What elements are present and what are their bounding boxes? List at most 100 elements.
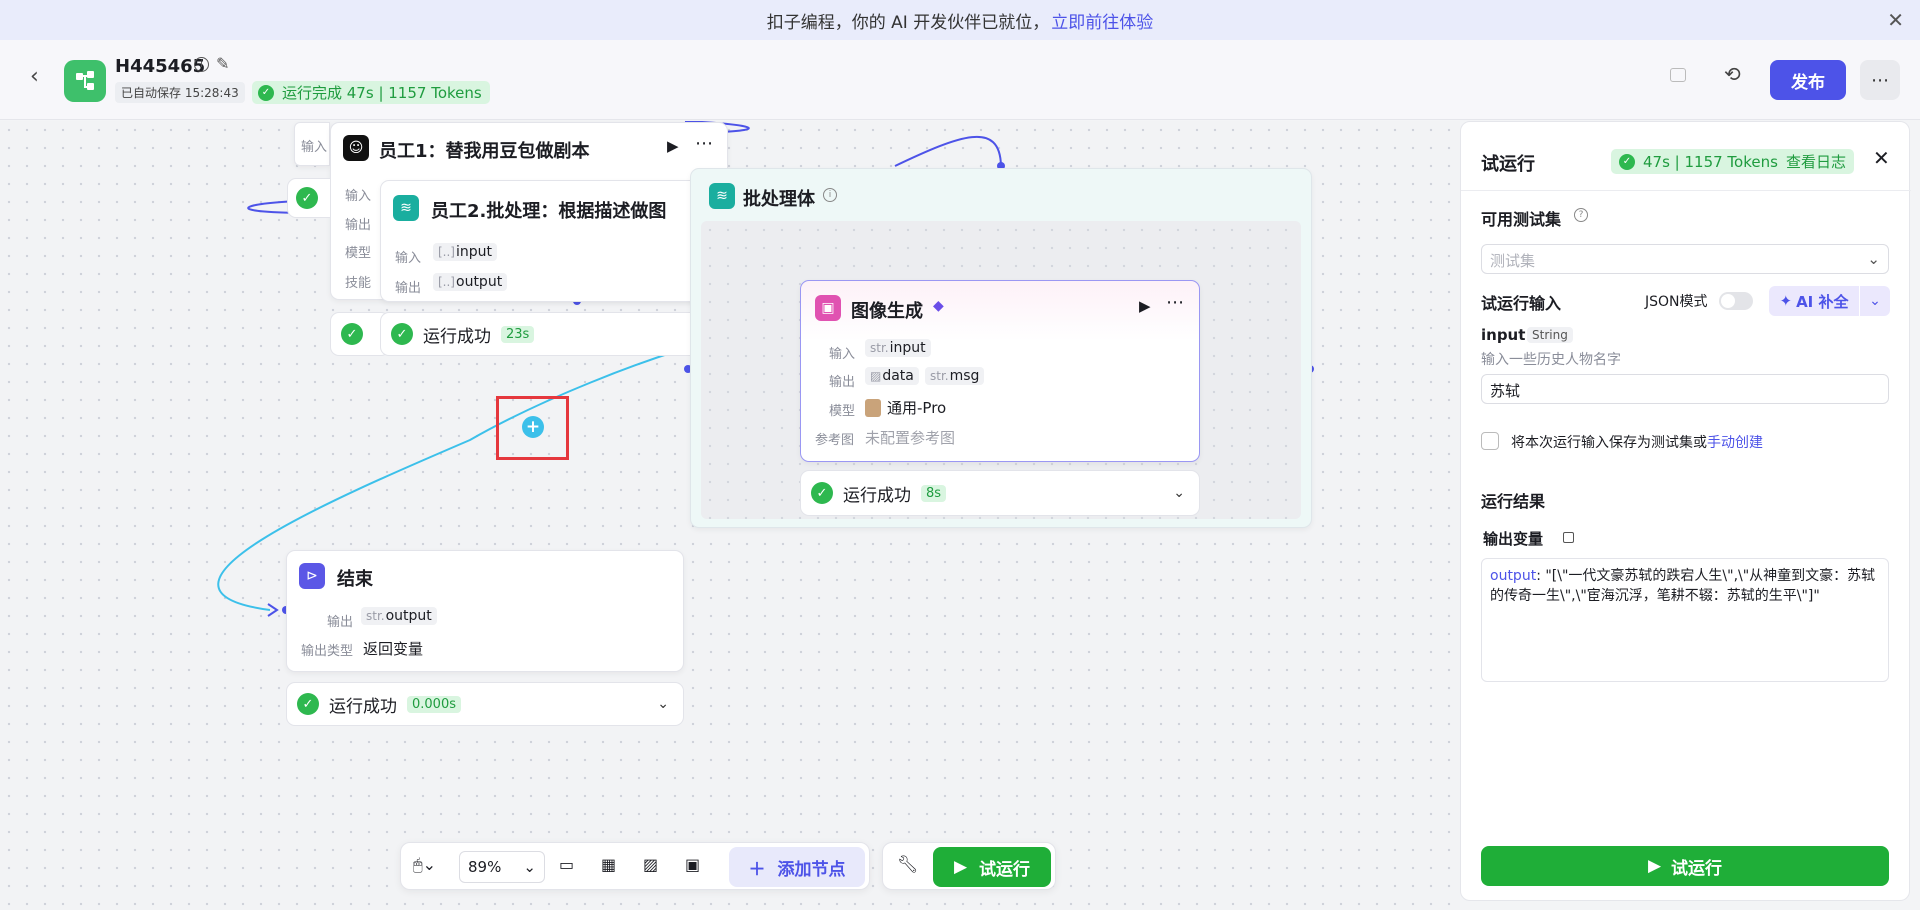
label-input: 输入 <box>395 251 422 266</box>
image-generation-status[interactable]: ✓ 运行成功 8s ⌄ <box>800 470 1200 516</box>
input-var-name: input <box>889 340 926 356</box>
divider <box>1461 190 1911 191</box>
history-icon[interactable]: ⟲ <box>1724 62 1741 86</box>
run-node-icon[interactable]: ▶ <box>1139 297 1151 315</box>
more-menu-button[interactable]: ⋯ <box>1860 60 1900 100</box>
node-employee-2[interactable]: ≋ 员工2.批处理：根据描述做图 输入 [..]input 输出 [..]out… <box>380 180 710 302</box>
node-more-icon[interactable]: ⋯ <box>695 133 713 154</box>
label-model: 模型 <box>829 404 856 419</box>
label-output: 输出 <box>829 375 856 390</box>
manual-create-link[interactable]: 手动创建 <box>1707 435 1763 451</box>
toolbar-run-button[interactable]: ▶ 试运行 <box>933 847 1051 887</box>
mouse-mode-icon[interactable]: 🖱︎⌄ <box>413 855 436 875</box>
duration-badge: 8s <box>921 484 947 502</box>
label-model: 模型 <box>345 246 372 261</box>
copy-icon[interactable] <box>1563 532 1574 543</box>
label-output: 输出 <box>327 615 354 630</box>
run-status-text: 运行完成 47s | 1157 Tokens <box>282 84 482 102</box>
output-var-tag: str.output <box>361 607 437 625</box>
zoom-select[interactable]: 89% ⌄ <box>459 851 545 883</box>
end-node-status[interactable]: ✓ 运行成功 0.000s ⌄ <box>286 682 684 726</box>
add-node-button[interactable]: ＋ 添加节点 <box>729 847 865 887</box>
workflow-header: ‹ H445465 i ✎ 已自动保存 15:28:43 ✓ 运行完成 47s … <box>0 40 1920 120</box>
reference-value: 未配置参考图 <box>865 429 956 447</box>
testset-select[interactable]: 测试集 ⌄ <box>1481 244 1889 274</box>
employee-1-status-stub: ✓ <box>287 178 331 218</box>
output-value: : "[\"一代文豪苏轼的跌宕人生\",\"从神童到文豪：苏轼的传奇一生\",\… <box>1490 568 1876 604</box>
chevron-down-icon: ⌄ <box>523 858 536 876</box>
chevron-down-icon: ⌄ <box>1867 250 1880 268</box>
ai-fill-button[interactable]: ✦ AI 补全 <box>1769 286 1859 316</box>
panel-run-button[interactable]: ▶ 试运行 <box>1481 846 1889 886</box>
image-export-icon[interactable]: ▨ <box>643 855 658 874</box>
chevron-down-icon[interactable]: ⌄ <box>657 696 669 712</box>
image-icon: ▣ <box>815 295 841 321</box>
banner-link[interactable]: 立即前往体验 <box>1051 8 1153 33</box>
ai-fill-dropdown[interactable]: ⌄ <box>1860 286 1890 316</box>
edit-icon[interactable]: ✎ <box>216 54 229 73</box>
layout-icon[interactable]: ▦ <box>601 855 616 874</box>
save-testset-checkbox[interactable] <box>1481 432 1499 450</box>
premium-icon: ◆ <box>933 298 944 314</box>
node-image-generation[interactable]: ▣ 图像生成 ◆ ▶ ⋯ 输入 str.input 输出 ▨data str.m… <box>800 280 1200 462</box>
var-description: 输入一些历史人物名字 <box>1481 352 1621 368</box>
model-name: 通用-Pro <box>887 399 947 417</box>
workflow-logo <box>64 60 106 102</box>
input-label: 输入 <box>301 140 328 155</box>
output-var-name: msg <box>949 368 980 384</box>
run-stats-badge[interactable]: ✓ 47s | 1157 Tokens 查看日志 <box>1611 149 1854 174</box>
json-mode-toggle[interactable] <box>1719 292 1753 310</box>
play-icon: ▶ <box>1647 856 1662 876</box>
workflow-icon <box>76 71 94 90</box>
success-icon: ✓ <box>391 323 413 345</box>
node-more-icon[interactable]: ⋯ <box>1166 292 1184 313</box>
array-icon: [..] <box>438 245 455 259</box>
help-icon[interactable]: ? <box>1574 208 1588 222</box>
minimap-icon[interactable]: ▣ <box>685 855 700 874</box>
run-toolbar: 🔧︎ ▶ 试运行 <box>882 842 1056 890</box>
stats-text: 47s | 1157 Tokens <box>1643 152 1778 171</box>
label-output: 输出 <box>345 218 372 233</box>
ai-fill-label: AI 补全 <box>1796 292 1849 311</box>
var-input-field[interactable]: 苏轼 <box>1481 374 1889 404</box>
save-text: 将本次运行输入保存为测试集或 <box>1511 435 1707 451</box>
wrench-icon[interactable]: 🔧︎ <box>897 855 919 875</box>
close-icon[interactable]: ✕ <box>1887 8 1904 32</box>
label-output-type: 输出类型 <box>301 644 354 659</box>
save-testset-text: 将本次运行输入保存为测试集或手动创建 <box>1511 432 1763 452</box>
json-mode-label: JSON模式 <box>1645 294 1708 310</box>
label-skill: 技能 <box>345 276 372 291</box>
var-type-badge: String <box>1527 327 1573 343</box>
node-employee-1[interactable]: 输入 <box>294 122 330 166</box>
label-output: 输出 <box>395 281 422 296</box>
output-var-label: 输出变量 <box>1483 530 1544 548</box>
run-node-icon[interactable]: ▶ <box>667 137 679 155</box>
output-var-name: output <box>456 274 503 290</box>
sparkle-icon: ✦ <box>1779 292 1793 310</box>
node-end[interactable]: ⊳ 结束 输出 str.output 输出类型 返回变量 <box>286 550 684 672</box>
info-icon[interactable]: i <box>823 188 837 202</box>
array-icon: [..] <box>438 275 455 289</box>
back-icon[interactable]: ‹ <box>30 64 39 89</box>
model-avatar <box>865 399 881 417</box>
panel-title: 试运行 <box>1481 154 1535 175</box>
input-var-tag: str.input <box>865 339 931 357</box>
duration-badge: 23s <box>501 325 535 343</box>
copy-icon[interactable] <box>1670 68 1686 82</box>
comment-icon[interactable]: ▭ <box>559 855 574 874</box>
workflow-title: H445465 <box>115 56 206 77</box>
status-text: 运行成功 <box>329 696 397 717</box>
label-input: 输入 <box>829 347 856 362</box>
view-log-link[interactable]: 查看日志 <box>1786 151 1846 172</box>
autosave-label: 已自动保存 15:28:43 <box>115 82 245 103</box>
add-connection-plus-icon[interactable]: + <box>522 416 544 438</box>
close-icon[interactable]: ✕ <box>1873 146 1890 170</box>
chevron-down-icon[interactable]: ⌄ <box>1173 485 1185 501</box>
employee-2-status[interactable]: ✓ 运行成功 23s <box>380 312 710 356</box>
success-icon: ✓ <box>1619 153 1635 170</box>
end-icon: ⊳ <box>299 563 325 589</box>
info-icon[interactable]: i <box>194 57 209 72</box>
publish-button[interactable]: 发布 <box>1770 60 1846 100</box>
output-var-name: output <box>385 608 432 624</box>
node-title: 员工1：替我用豆包做剧本 <box>379 141 590 162</box>
